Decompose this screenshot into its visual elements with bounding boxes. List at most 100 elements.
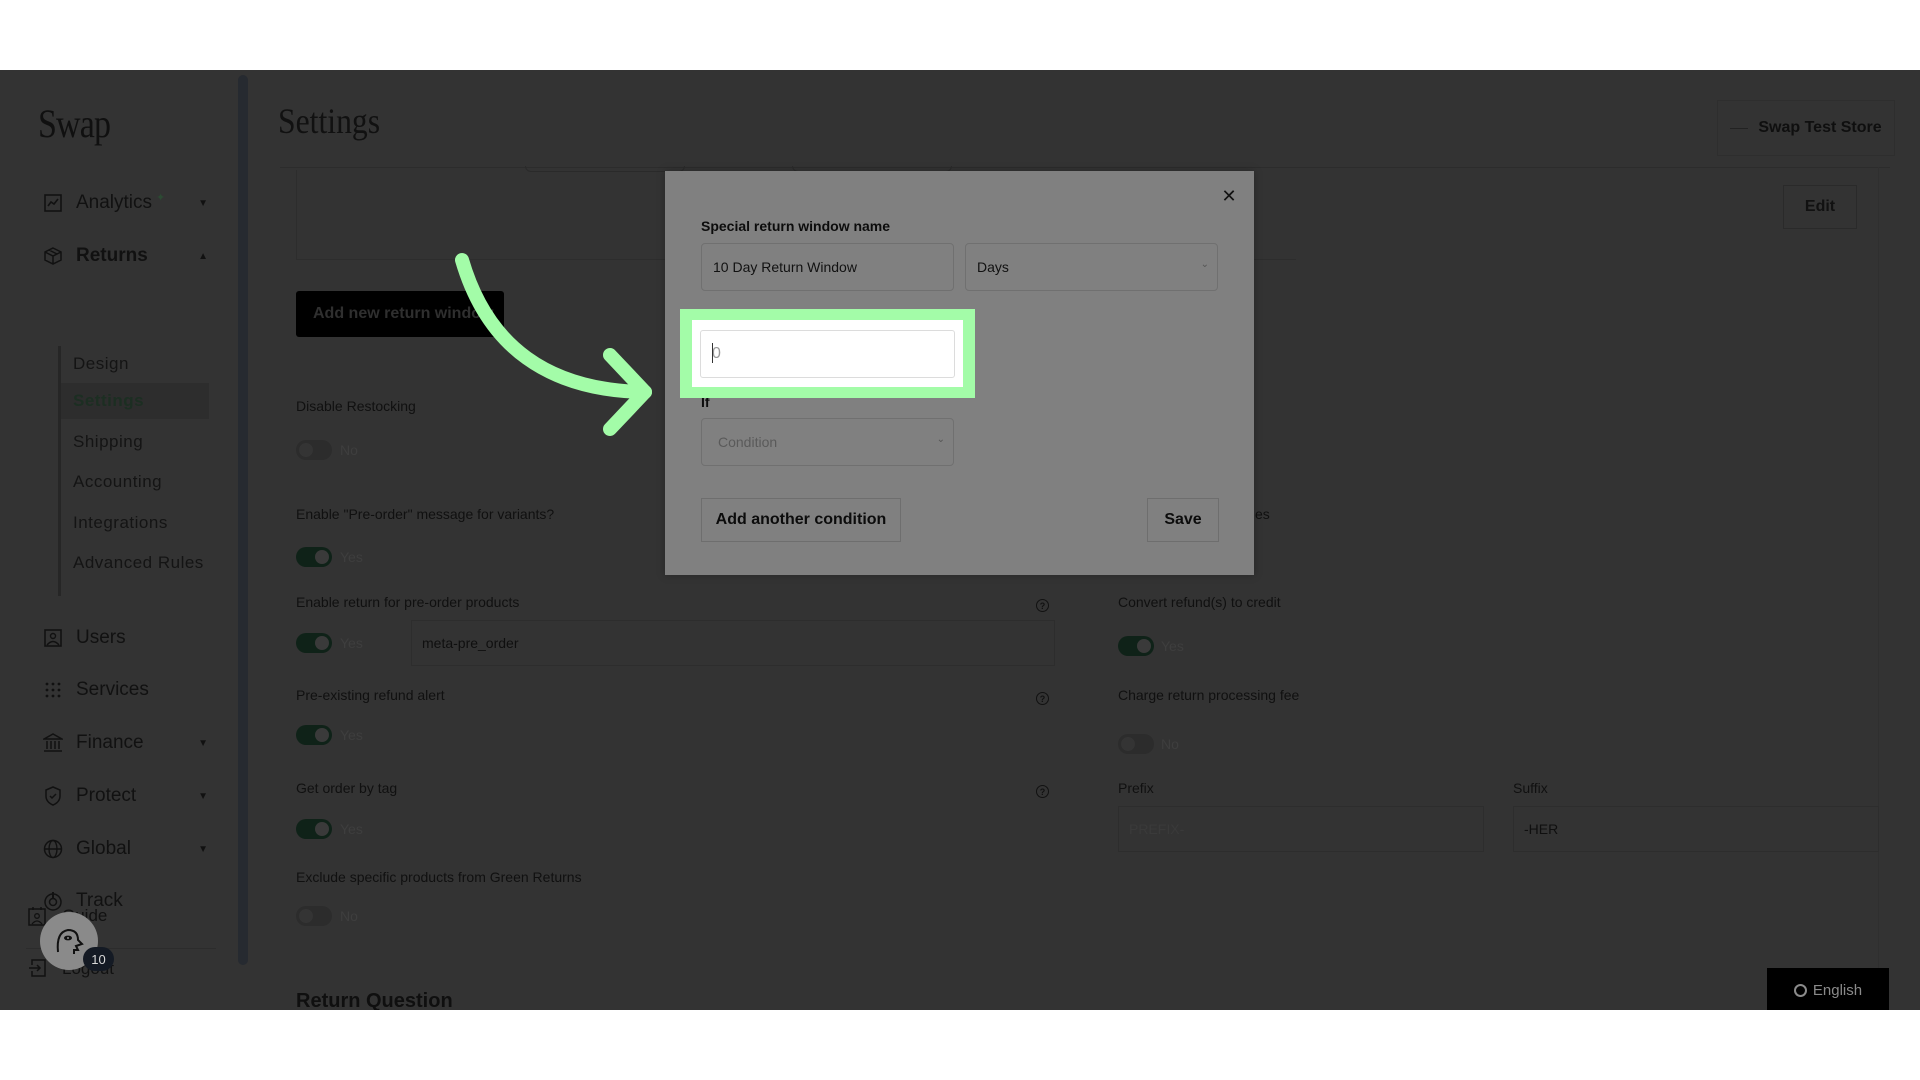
days-input-field[interactable] (712, 345, 954, 363)
sidebar-item-users[interactable]: Users (42, 623, 212, 653)
suffix-label: Suffix (1513, 780, 1548, 796)
disable-restocking-toggle[interactable] (296, 440, 332, 460)
toggle-value: No (1161, 736, 1179, 752)
globe-icon (42, 838, 64, 860)
app-frame: Swap Analytics ✦ ▼ Returns ▲ Design Sett… (0, 70, 1920, 1010)
box-icon (42, 245, 64, 267)
sidebar-item-label: Users (76, 627, 126, 648)
suffix-input[interactable]: -HER (1513, 806, 1879, 852)
setting-label: Exclude specific products from Green Ret… (296, 869, 582, 885)
prefix-label: Prefix (1118, 780, 1154, 796)
language-button[interactable]: English (1767, 968, 1889, 1010)
toggle-value: No (340, 442, 358, 458)
logout-icon (28, 959, 48, 979)
toggle-value: No (340, 908, 358, 924)
return-window-name-input[interactable]: 10 Day Return Window (701, 243, 954, 291)
user-square-icon (42, 627, 64, 649)
preorder-return-toggle[interactable] (296, 633, 332, 653)
preorder-message-toggle[interactable] (296, 547, 332, 567)
logo: Swap (38, 101, 111, 146)
bird-face-icon (56, 928, 84, 954)
sidebar-item-label: Finance (76, 732, 144, 753)
help-icon[interactable]: ? (1036, 599, 1049, 612)
days-input[interactable] (700, 330, 955, 378)
sidebar-item-label: Protect (76, 785, 137, 806)
sidebar-item-label: Services (76, 679, 149, 700)
page-title: Settings (278, 101, 381, 141)
order-by-tag-toggle[interactable] (296, 819, 332, 839)
language-label: English (1812, 981, 1863, 999)
preorder-tag-input[interactable]: meta-pre_order (411, 620, 1055, 666)
time-unit-value: Days (977, 259, 1009, 275)
sidebar-item-returns[interactable]: Returns ▲ (42, 241, 212, 271)
sidebar-subitem-integrations[interactable]: Integrations (73, 505, 221, 541)
condition-placeholder: Condition (718, 434, 778, 450)
setting-label: Charge return processing fee (1118, 687, 1300, 703)
store-name: Swap Test Store (1758, 119, 1882, 136)
chevron-down-icon: ▼ (198, 737, 208, 749)
sidebar-subitem-advanced-rules[interactable]: Advanced Rules (73, 545, 221, 581)
chevron-down-icon: ⌄ (936, 434, 945, 445)
prefix-input[interactable]: PREFIX- (1118, 806, 1484, 852)
time-unit-select[interactable]: Days ⌄ (965, 243, 1218, 291)
sidebar-item-analytics[interactable]: Analytics ✦ ▼ (42, 188, 212, 218)
text-cursor (712, 343, 713, 363)
sparkle-icon: ✦ (156, 191, 166, 204)
add-return-window-button[interactable]: Add new return window (296, 291, 504, 337)
sidebar-item-services[interactable]: Services (42, 675, 212, 705)
chevron-down-icon: ⌄ (1200, 259, 1209, 270)
setting-label: Disable Restocking (296, 398, 416, 414)
convert-refund-toggle[interactable] (1118, 636, 1154, 656)
close-icon[interactable]: ✕ (1218, 185, 1240, 207)
toggle-value: Yes (340, 821, 363, 837)
processing-fee-toggle[interactable] (1118, 734, 1154, 754)
notification-badge: 10 (83, 947, 114, 971)
grid-dots-icon (42, 679, 64, 701)
sidebar-scrollbar[interactable] (238, 75, 248, 965)
toggle-value: Yes (1161, 638, 1184, 654)
panel-divider (1878, 167, 1879, 1010)
help-icon[interactable]: ? (1036, 785, 1049, 798)
sidebar-item-label: Analytics (76, 192, 153, 213)
setting-label: Enable return for pre-order products (296, 594, 520, 610)
bank-icon (42, 732, 64, 754)
save-button[interactable]: Save (1147, 498, 1219, 542)
setting-label: Pre-existing refund alert (296, 687, 445, 703)
sidebar: Swap Analytics ✦ ▼ Returns ▲ Design Sett… (0, 70, 236, 1010)
sidebar-subitem-accounting[interactable]: Accounting (73, 464, 221, 500)
setting-label-partial: es (1255, 506, 1270, 522)
setting-label: Get order by tag (296, 780, 398, 796)
sidebar-item-global[interactable]: Global ▼ (42, 834, 212, 864)
help-icon[interactable]: ? (1036, 692, 1049, 705)
sidebar-subitem-design[interactable]: Design (73, 346, 221, 382)
store-switcher-button[interactable]: Swap Test Store (1717, 100, 1895, 156)
arrow-annotation-icon (455, 253, 652, 436)
setting-label: Enable "Pre-order" message for variants? (296, 506, 555, 522)
sidebar-item-finance[interactable]: Finance ▼ (42, 728, 212, 758)
chevron-up-icon: ▲ (198, 250, 208, 262)
add-another-condition-button[interactable]: Add another condition (701, 498, 901, 542)
exclude-products-toggle[interactable] (296, 906, 332, 926)
refund-alert-toggle[interactable] (296, 725, 332, 745)
chart-line-icon (42, 192, 64, 214)
sidebar-item-protect[interactable]: Protect ▼ (42, 781, 212, 811)
chevron-down-icon: ▼ (198, 790, 208, 802)
chevron-down-icon: ▼ (198, 843, 208, 855)
toggle-value: Yes (340, 549, 363, 565)
returns-submenu: Design Settings Shipping Accounting Inte… (58, 346, 218, 596)
sidebar-item-label: Global (76, 838, 131, 859)
toggle-value: Yes (340, 635, 363, 651)
globe-ring-icon (1793, 983, 1807, 997)
dash-icon (1730, 127, 1749, 129)
sidebar-item-label: Returns (76, 245, 148, 266)
edit-button[interactable]: Edit (1783, 185, 1857, 229)
toggle-value: Yes (340, 727, 363, 743)
section-title: Return Question (296, 990, 453, 1010)
sidebar-subitem-shipping[interactable]: Shipping (73, 424, 221, 460)
shield-check-icon (42, 785, 64, 807)
setting-label: Convert refund(s) to credit (1118, 594, 1281, 610)
sidebar-subitem-settings[interactable]: Settings (61, 383, 209, 419)
chevron-down-icon: ▼ (198, 197, 208, 209)
condition-select[interactable]: Condition ⌄ (701, 418, 954, 466)
return-window-name-label: Special return window name (701, 218, 891, 234)
